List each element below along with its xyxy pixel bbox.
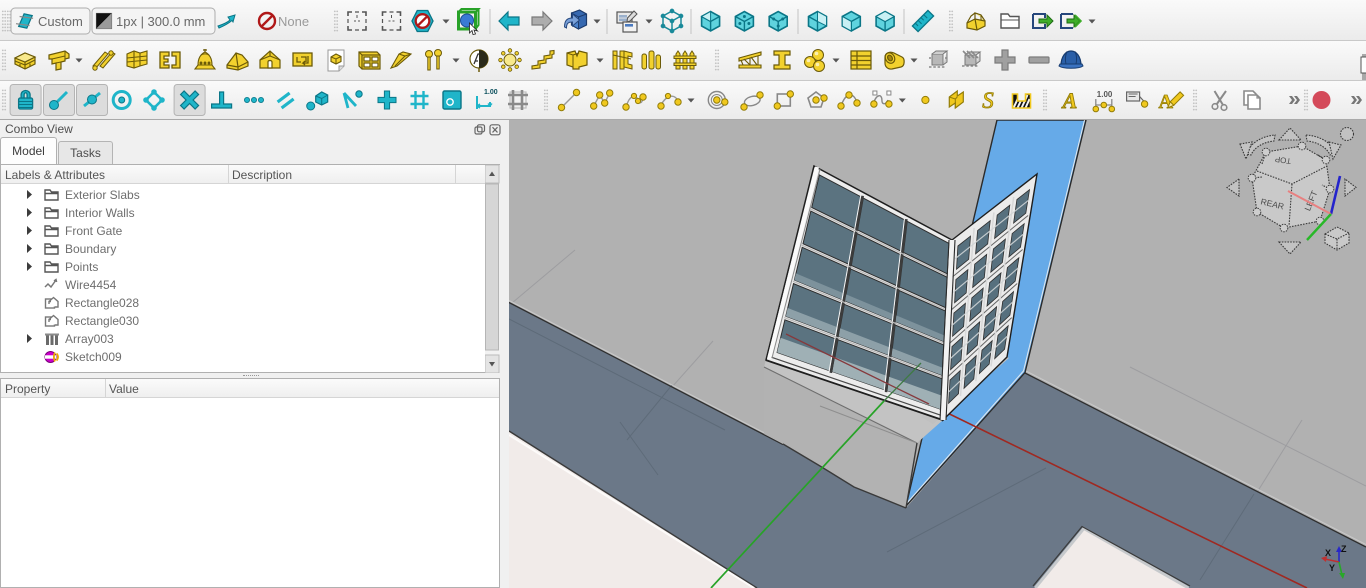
svg-text:Wire4454: Wire4454 [65,278,117,292]
svg-text:Interior Walls: Interior Walls [65,206,135,220]
svg-text:Exterior Slabs: Exterior Slabs [65,188,140,202]
svg-text:Rectangle028: Rectangle028 [65,296,139,310]
svg-text:1px | 300.0 mm: 1px | 300.0 mm [116,14,205,29]
svg-text:Boundary: Boundary [65,242,116,256]
svg-text:X: X [1325,548,1331,558]
svg-text:Sketch009: Sketch009 [65,350,122,364]
svg-text:Z: Z [1341,544,1347,554]
svg-text:Custom: Custom [38,14,83,29]
svg-text:None: None [278,14,309,29]
svg-text:Array003: Array003 [65,332,114,346]
svg-text:Y: Y [1329,563,1335,573]
svg-text:Rectangle030: Rectangle030 [65,314,139,328]
svg-text:Points: Points [65,260,98,274]
svg-text:Front Gate: Front Gate [65,224,123,238]
